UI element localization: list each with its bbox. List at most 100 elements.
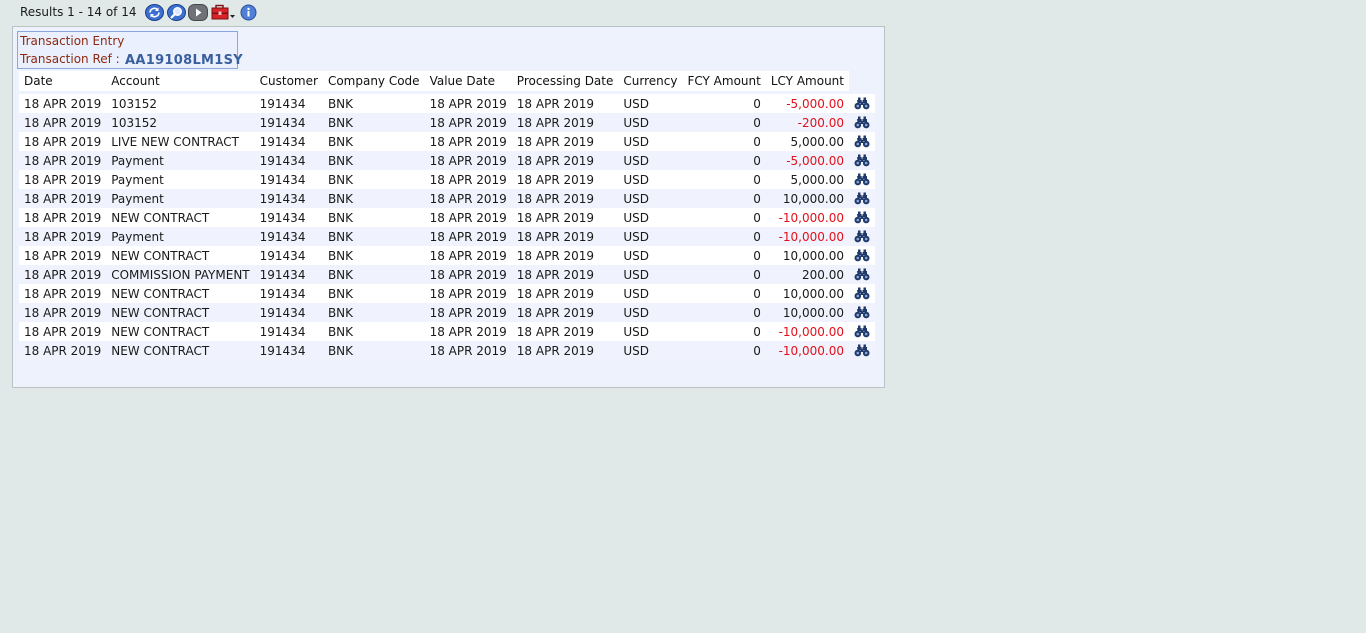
cell-processing-date: 18 APR 2019 <box>511 227 619 246</box>
cell-account: Payment <box>106 189 255 208</box>
cell-company-code: BNK <box>322 341 425 360</box>
cell-currency: USD <box>618 151 683 170</box>
cell-currency: USD <box>618 227 683 246</box>
cell-value-date: 18 APR 2019 <box>424 132 512 151</box>
cell-account: NEW CONTRACT <box>106 322 255 341</box>
cell-customer: 191434 <box>254 322 323 341</box>
cell-date: 18 APR 2019 <box>19 94 107 113</box>
cell-value-date: 18 APR 2019 <box>424 227 512 246</box>
cell-value-date: 18 APR 2019 <box>424 246 512 265</box>
cell-value-date: 18 APR 2019 <box>424 94 512 113</box>
row-action-cell <box>848 113 875 132</box>
cell-lcy-amount: 10,000.00 <box>765 189 849 208</box>
toolbox-icon[interactable] <box>210 4 236 21</box>
cell-currency: USD <box>618 113 683 132</box>
cell-company-code: BNK <box>322 265 425 284</box>
cell-lcy-amount: -10,000.00 <box>765 341 849 360</box>
binoculars-icon[interactable] <box>854 154 870 167</box>
binoculars-icon[interactable] <box>854 306 870 319</box>
col-value-date[interactable]: Value Date <box>424 71 512 91</box>
row-action-cell <box>848 322 875 341</box>
cell-currency: USD <box>618 322 683 341</box>
refresh-icon[interactable] <box>144 3 164 21</box>
cell-fcy-amount: 0 <box>682 94 766 113</box>
cell-account: NEW CONTRACT <box>106 246 255 265</box>
cell-company-code: BNK <box>322 170 425 189</box>
cell-lcy-amount: 10,000.00 <box>765 303 849 322</box>
cell-currency: USD <box>618 284 683 303</box>
cell-fcy-amount: 0 <box>682 151 766 170</box>
cell-customer: 191434 <box>254 303 323 322</box>
binoculars-icon[interactable] <box>854 249 870 262</box>
cell-lcy-amount: 10,000.00 <box>765 246 849 265</box>
cell-date: 18 APR 2019 <box>19 341 107 360</box>
col-account[interactable]: Account <box>106 71 255 91</box>
cell-processing-date: 18 APR 2019 <box>511 322 619 341</box>
cell-account: NEW CONTRACT <box>106 303 255 322</box>
table-row: 18 APR 2019 LIVE NEW CONTRACT 191434 BNK 18 … <box>19 132 875 151</box>
binoculars-icon[interactable] <box>854 135 870 148</box>
table-row: 18 APR 2019 NEW CONTRACT 191434 BNK 18 APR 2… <box>19 208 875 227</box>
cell-company-code: BNK <box>322 151 425 170</box>
cell-date: 18 APR 2019 <box>19 284 107 303</box>
col-processing-date[interactable]: Processing Date <box>511 71 619 91</box>
cell-lcy-amount: 10,000.00 <box>765 284 849 303</box>
row-action-cell <box>848 170 875 189</box>
cell-account: 103152 <box>106 94 255 113</box>
cell-customer: 191434 <box>254 265 323 284</box>
search-icon[interactable] <box>166 3 186 21</box>
cell-fcy-amount: 0 <box>682 170 766 189</box>
row-action-cell <box>848 265 875 284</box>
cell-lcy-amount: 200.00 <box>765 265 849 284</box>
col-lcy-amount[interactable]: LCY Amount <box>765 71 849 91</box>
cell-lcy-amount: -10,000.00 <box>765 322 849 341</box>
play-icon[interactable] <box>188 3 209 21</box>
cell-processing-date: 18 APR 2019 <box>511 189 619 208</box>
binoculars-icon[interactable] <box>854 173 870 186</box>
cell-lcy-amount: -10,000.00 <box>765 227 849 246</box>
binoculars-icon[interactable] <box>854 287 870 300</box>
cell-customer: 191434 <box>254 170 323 189</box>
cell-processing-date: 18 APR 2019 <box>511 132 619 151</box>
cell-customer: 191434 <box>254 227 323 246</box>
col-customer[interactable]: Customer <box>254 71 323 91</box>
cell-value-date: 18 APR 2019 <box>424 322 512 341</box>
transaction-ref-label: Transaction Ref : <box>20 52 120 66</box>
col-date[interactable]: Date <box>19 71 107 91</box>
cell-account: Payment <box>106 170 255 189</box>
cell-value-date: 18 APR 2019 <box>424 303 512 322</box>
table-row: 18 APR 2019 NEW CONTRACT 191434 BNK 18 APR 2… <box>19 246 875 265</box>
table-header-row: Date Account Customer Company Code Value… <box>19 71 875 91</box>
binoculars-icon[interactable] <box>854 97 870 110</box>
cell-company-code: BNK <box>322 322 425 341</box>
cell-lcy-amount: 5,000.00 <box>765 132 849 151</box>
binoculars-icon[interactable] <box>854 344 870 357</box>
table-row: 18 APR 2019 Payment 191434 BNK 18 APR 2019 18… <box>19 170 875 189</box>
binoculars-icon[interactable] <box>854 325 870 338</box>
binoculars-icon[interactable] <box>854 268 870 281</box>
binoculars-icon[interactable] <box>854 192 870 205</box>
info-icon[interactable] <box>238 4 258 21</box>
cell-processing-date: 18 APR 2019 <box>511 151 619 170</box>
cell-customer: 191434 <box>254 246 323 265</box>
cell-currency: USD <box>618 265 683 284</box>
binoculars-icon[interactable] <box>854 230 870 243</box>
col-company-code[interactable]: Company Code <box>322 71 425 91</box>
table-row: 18 APR 2019 Payment 191434 BNK 18 APR 2019 18… <box>19 227 875 246</box>
cell-account: LIVE NEW CONTRACT <box>106 132 255 151</box>
cell-processing-date: 18 APR 2019 <box>511 303 619 322</box>
cell-company-code: BNK <box>322 94 425 113</box>
binoculars-icon[interactable] <box>854 116 870 129</box>
cell-value-date: 18 APR 2019 <box>424 208 512 227</box>
cell-company-code: BNK <box>322 303 425 322</box>
table-row: 18 APR 2019 Payment 191434 BNK 18 APR 2019 18… <box>19 189 875 208</box>
cell-value-date: 18 APR 2019 <box>424 265 512 284</box>
binoculars-icon[interactable] <box>854 211 870 224</box>
cell-customer: 191434 <box>254 151 323 170</box>
cell-lcy-amount: -5,000.00 <box>765 151 849 170</box>
row-action-cell <box>848 246 875 265</box>
table-row: 18 APR 2019 NEW CONTRACT 191434 BNK 18 APR 2… <box>19 303 875 322</box>
col-currency[interactable]: Currency <box>618 71 683 91</box>
cell-fcy-amount: 0 <box>682 265 766 284</box>
col-fcy-amount[interactable]: FCY Amount <box>682 71 766 91</box>
